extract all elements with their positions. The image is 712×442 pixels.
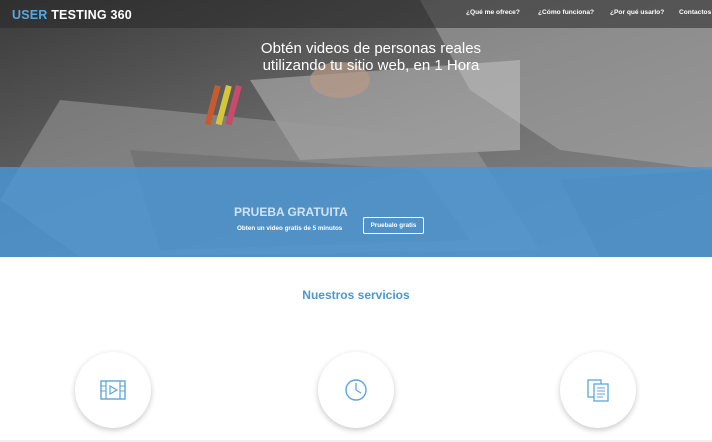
brand-logo-part1: USER [12, 8, 48, 22]
services-title: Nuestros servicios [302, 288, 410, 302]
promo-title: PRUEBA GRATUITA [234, 205, 348, 219]
promo-band [0, 167, 712, 257]
nav-link-como-funciona[interactable]: ¿Cómo funciona? [538, 9, 594, 16]
brand-logo[interactable]: USER TESTING 360 [12, 8, 132, 22]
service-card-clock[interactable] [318, 352, 394, 428]
documents-icon [587, 379, 609, 402]
nav-link-por-que[interactable]: ¿Por qué usarlo? [610, 9, 664, 16]
service-card-video[interactable] [75, 352, 151, 428]
hero-section: USER TESTING 360 ¿Qué me ofrece? ¿Cómo f… [0, 0, 712, 257]
hero-headline-line2: utilizando tu sitio web, en 1 Hora [262, 57, 480, 74]
hero-headline-line1: Obtén videos de personas reales [260, 40, 482, 57]
nav-link-contactos[interactable]: Contactos [679, 9, 711, 16]
free-trial-button[interactable]: Pruebalo gratis [363, 217, 424, 234]
service-card-documents[interactable] [560, 352, 636, 428]
brand-logo-part2: TESTING 360 [51, 8, 132, 22]
nav-link-que-ofrece[interactable]: ¿Qué me ofrece? [466, 9, 520, 16]
promo-subtitle: Obten un video gratis de 5 minutos [237, 225, 343, 232]
video-icon [100, 380, 126, 400]
clock-icon [345, 379, 367, 401]
hero-headline: Obtén videos de personas reales utilizan… [0, 40, 712, 74]
